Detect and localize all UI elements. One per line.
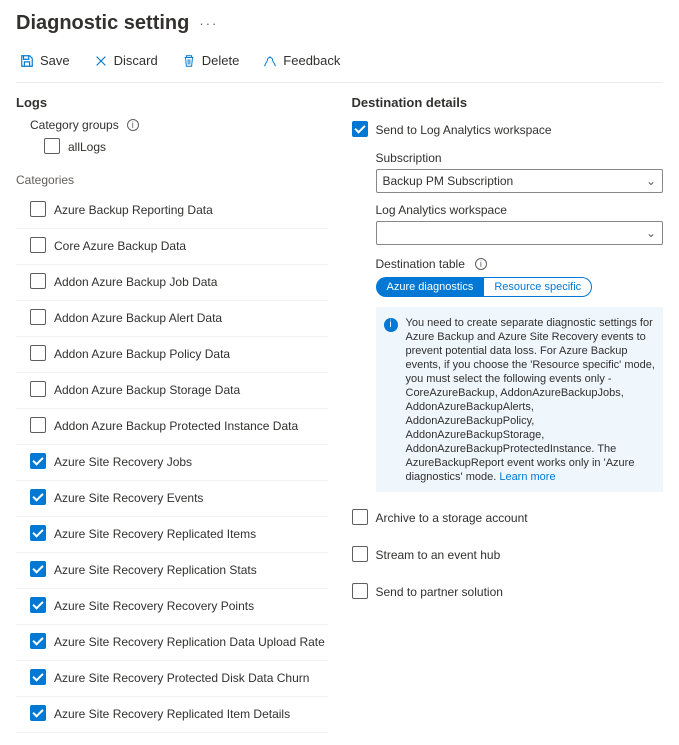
categories-label: Categories xyxy=(16,173,328,187)
law-label: Log Analytics workspace xyxy=(376,203,664,217)
category-label: Azure Backup Reporting Data xyxy=(54,201,213,218)
alllogs-checkbox[interactable] xyxy=(44,138,60,154)
category-row: Azure Site Recovery Replication Stats xyxy=(16,553,328,589)
category-checkbox[interactable] xyxy=(30,237,46,253)
category-label: Addon Azure Backup Policy Data xyxy=(54,345,230,362)
category-checkbox[interactable] xyxy=(30,453,46,469)
info-icon: i xyxy=(384,318,398,332)
category-checkbox[interactable] xyxy=(30,273,46,289)
category-checkbox[interactable] xyxy=(30,525,46,541)
category-row: Azure Site Recovery Recovery Points xyxy=(16,589,328,625)
feedback-label: Feedback xyxy=(283,53,340,68)
category-label: Azure Site Recovery Replicated Item Deta… xyxy=(54,705,290,722)
category-label: Addon Azure Backup Protected Instance Da… xyxy=(54,417,298,434)
pill-resource-specific[interactable]: Resource specific xyxy=(484,277,592,297)
category-row: Azure Backup Reporting Data xyxy=(16,193,328,229)
category-label: Azure Site Recovery Protected Disk Data … xyxy=(54,669,309,686)
law-select[interactable]: ⌄ xyxy=(376,221,664,245)
category-row: Addon Azure Backup Storage Data xyxy=(16,373,328,409)
info-box: i You need to create separate diagnostic… xyxy=(376,307,664,492)
archive-checkbox[interactable] xyxy=(352,509,368,525)
pill-azure-diagnostics[interactable]: Azure diagnostics xyxy=(376,277,485,297)
category-groups-label: Category groups xyxy=(30,118,119,132)
send-law-label: Send to Log Analytics workspace xyxy=(376,121,552,138)
discard-icon xyxy=(94,54,108,68)
category-checkbox[interactable] xyxy=(30,705,46,721)
subscription-select[interactable]: Backup PM Subscription ⌄ xyxy=(376,169,664,193)
category-checkbox[interactable] xyxy=(30,201,46,217)
category-checkbox[interactable] xyxy=(30,309,46,325)
category-label: Azure Site Recovery Replication Stats xyxy=(54,561,257,578)
category-label: Azure Site Recovery Recovery Points xyxy=(54,597,254,614)
archive-label: Archive to a storage account xyxy=(376,509,528,526)
category-checkbox[interactable] xyxy=(30,669,46,685)
category-label: Azure Site Recovery Jobs xyxy=(54,453,192,470)
send-law-checkbox[interactable] xyxy=(352,121,368,137)
category-checkbox[interactable] xyxy=(30,597,46,613)
delete-label: Delete xyxy=(202,53,240,68)
subscription-value: Backup PM Subscription xyxy=(383,174,514,188)
stream-checkbox[interactable] xyxy=(352,546,368,562)
category-row: Azure Site Recovery Replication Data Upl… xyxy=(16,625,328,661)
page-title: Diagnostic setting xyxy=(16,12,189,35)
logs-heading: Logs xyxy=(16,95,328,110)
category-row: Addon Azure Backup Protected Instance Da… xyxy=(16,409,328,445)
info-icon[interactable]: i xyxy=(475,258,487,270)
category-row: Azure Site Recovery Replicated Item Deta… xyxy=(16,697,328,733)
category-checkbox[interactable] xyxy=(30,633,46,649)
category-checkbox[interactable] xyxy=(30,417,46,433)
feedback-icon xyxy=(263,54,277,68)
category-row: Addon Azure Backup Job Data xyxy=(16,265,328,301)
discard-button[interactable]: Discard xyxy=(90,51,162,70)
category-checkbox[interactable] xyxy=(30,345,46,361)
category-checkbox[interactable] xyxy=(30,489,46,505)
alllogs-label: allLogs xyxy=(68,138,106,155)
save-icon xyxy=(20,54,34,68)
category-row: Azure Site Recovery Events xyxy=(16,481,328,517)
category-row: Addon Azure Backup Alert Data xyxy=(16,301,328,337)
dest-table-label: Destination table xyxy=(376,257,465,271)
category-label: Azure Site Recovery Replicated Items xyxy=(54,525,256,542)
category-label: Addon Azure Backup Alert Data xyxy=(54,309,222,326)
category-label: Core Azure Backup Data xyxy=(54,237,186,254)
delete-button[interactable]: Delete xyxy=(178,51,244,70)
category-label: Addon Azure Backup Job Data xyxy=(54,273,217,290)
category-label: Azure Site Recovery Events xyxy=(54,489,203,506)
category-label: Addon Azure Backup Storage Data xyxy=(54,381,240,398)
chevron-down-icon: ⌄ xyxy=(646,226,656,240)
destination-heading: Destination details xyxy=(352,95,664,110)
category-row: Azure Site Recovery Protected Disk Data … xyxy=(16,661,328,697)
delete-icon xyxy=(182,54,196,68)
chevron-down-icon: ⌄ xyxy=(646,174,656,188)
more-icon[interactable]: ··· xyxy=(199,16,218,31)
category-row: Azure Site Recovery Replicated Items xyxy=(16,517,328,553)
partner-label: Send to partner solution xyxy=(376,583,503,600)
category-row: Core Azure Backup Data xyxy=(16,229,328,265)
category-label: Azure Site Recovery Replication Data Upl… xyxy=(54,633,325,650)
category-checkbox[interactable] xyxy=(30,381,46,397)
info-icon[interactable]: i xyxy=(127,119,139,131)
stream-label: Stream to an event hub xyxy=(376,546,501,563)
save-label: Save xyxy=(40,53,70,68)
discard-label: Discard xyxy=(114,53,158,68)
learn-more-link[interactable]: Learn more xyxy=(499,471,555,483)
info-text: You need to create separate diagnostic s… xyxy=(406,317,655,483)
subscription-label: Subscription xyxy=(376,151,664,165)
feedback-button[interactable]: Feedback xyxy=(259,51,344,70)
category-row: Addon Azure Backup Policy Data xyxy=(16,337,328,373)
save-button[interactable]: Save xyxy=(16,51,74,70)
dest-table-toggle: Azure diagnostics Resource specific xyxy=(376,277,664,297)
partner-checkbox[interactable] xyxy=(352,583,368,599)
category-row: Azure Site Recovery Jobs xyxy=(16,445,328,481)
category-checkbox[interactable] xyxy=(30,561,46,577)
command-bar: Save Discard Delete Feedback xyxy=(16,45,663,83)
